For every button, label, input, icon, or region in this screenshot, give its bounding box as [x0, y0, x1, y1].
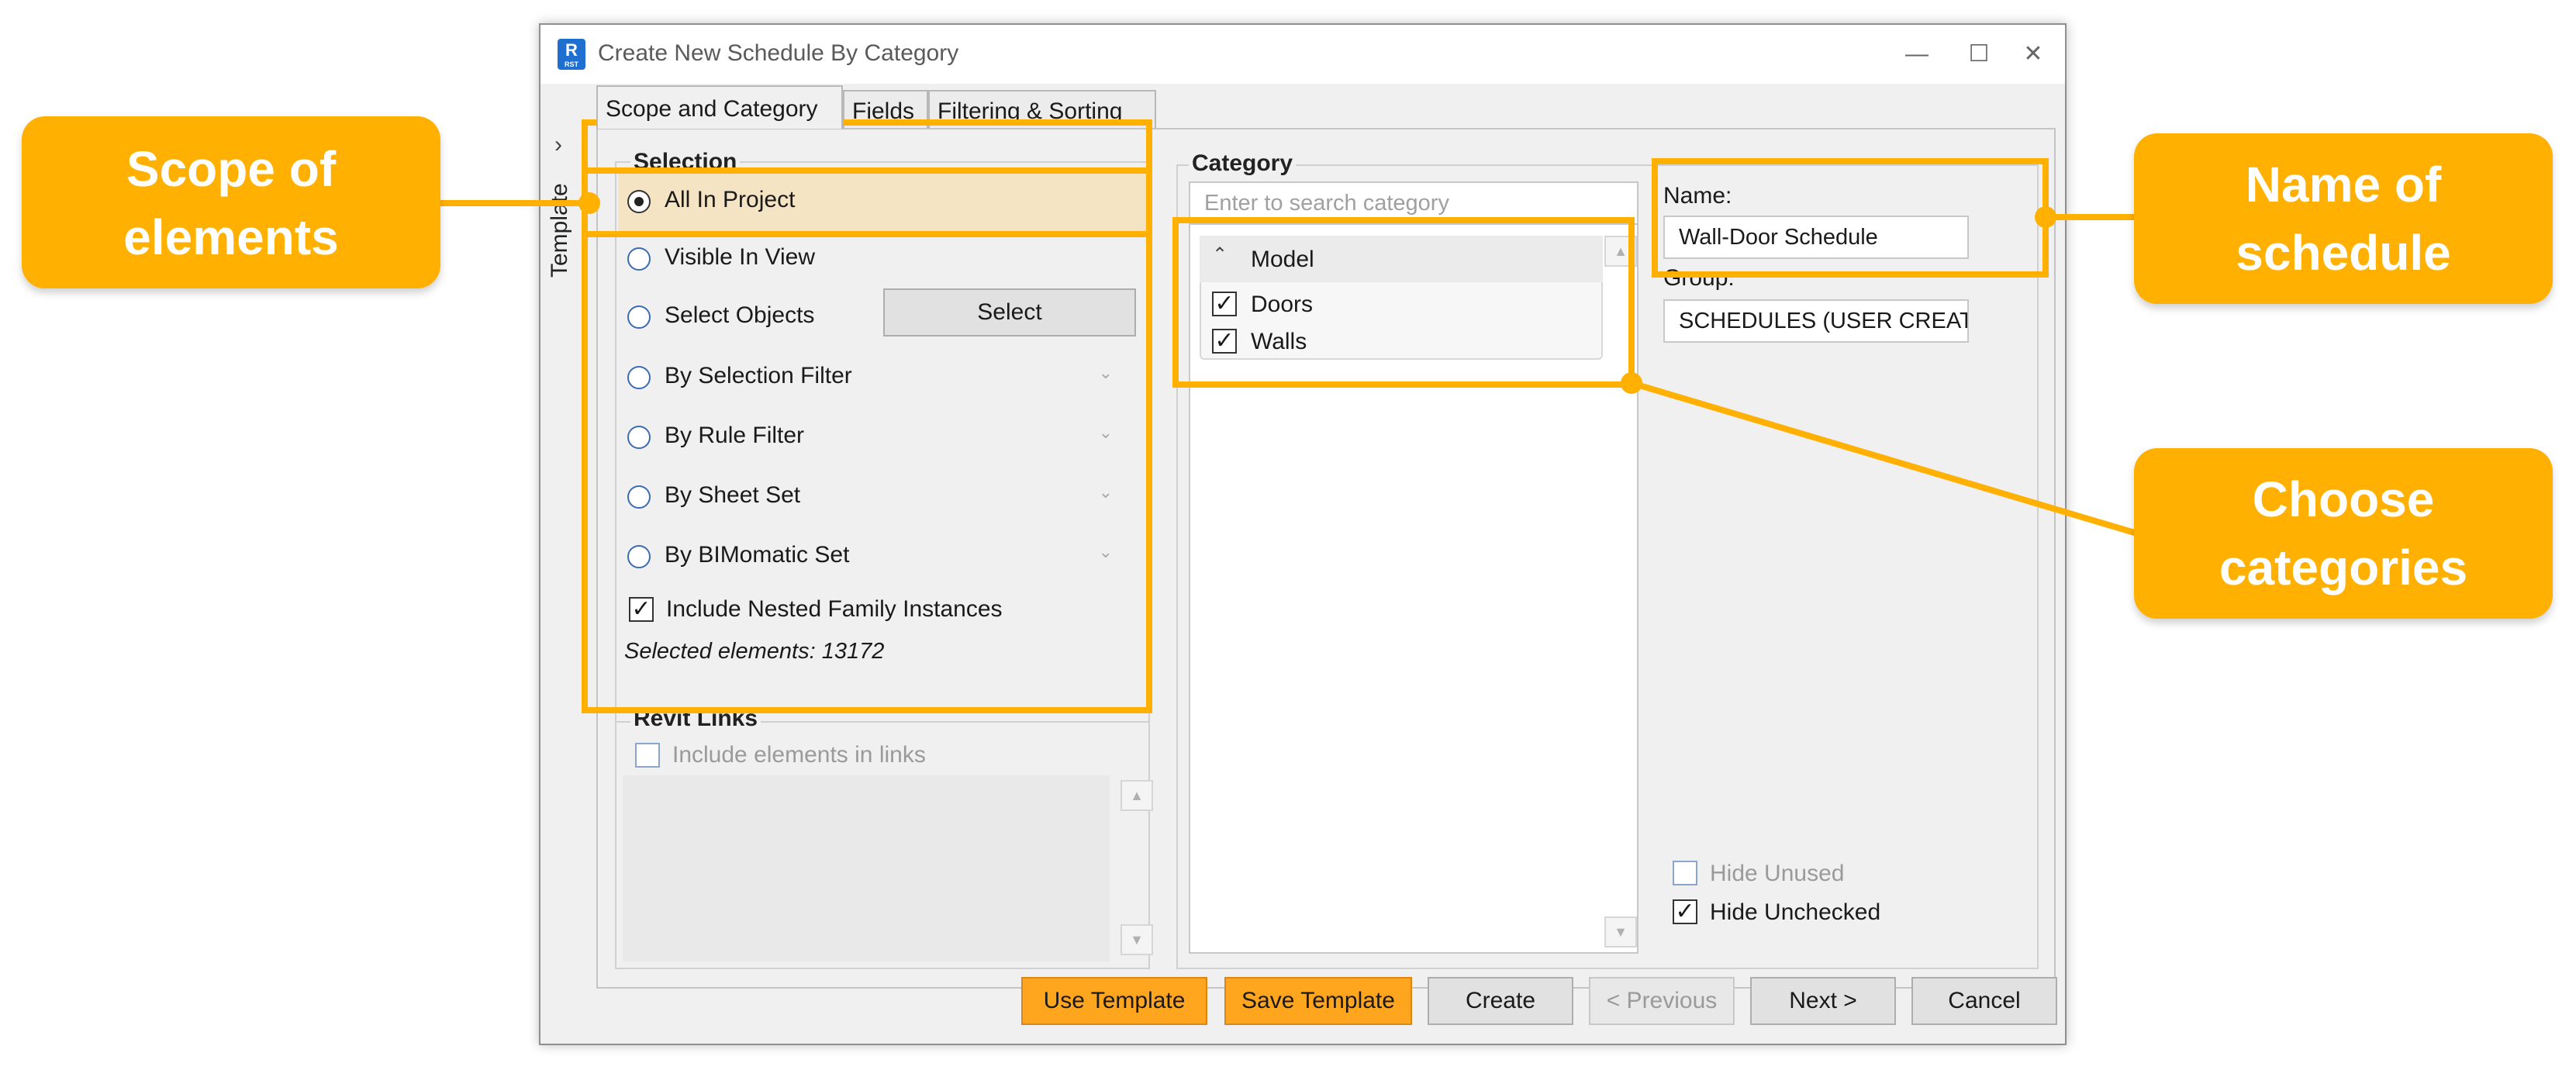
categories-connector-line [1630, 380, 2139, 537]
scope-connector-dot [578, 192, 600, 214]
categories-callout: Choose categories [2134, 448, 2553, 619]
tab-scope-and-category[interactable]: Scope and Category [596, 85, 843, 129]
name-callout: Name of schedule [2134, 133, 2553, 304]
name-connector-dot [2035, 206, 2056, 228]
categories-connector-dot [1621, 372, 1642, 394]
scope-callout: Scope of elements [22, 116, 440, 288]
